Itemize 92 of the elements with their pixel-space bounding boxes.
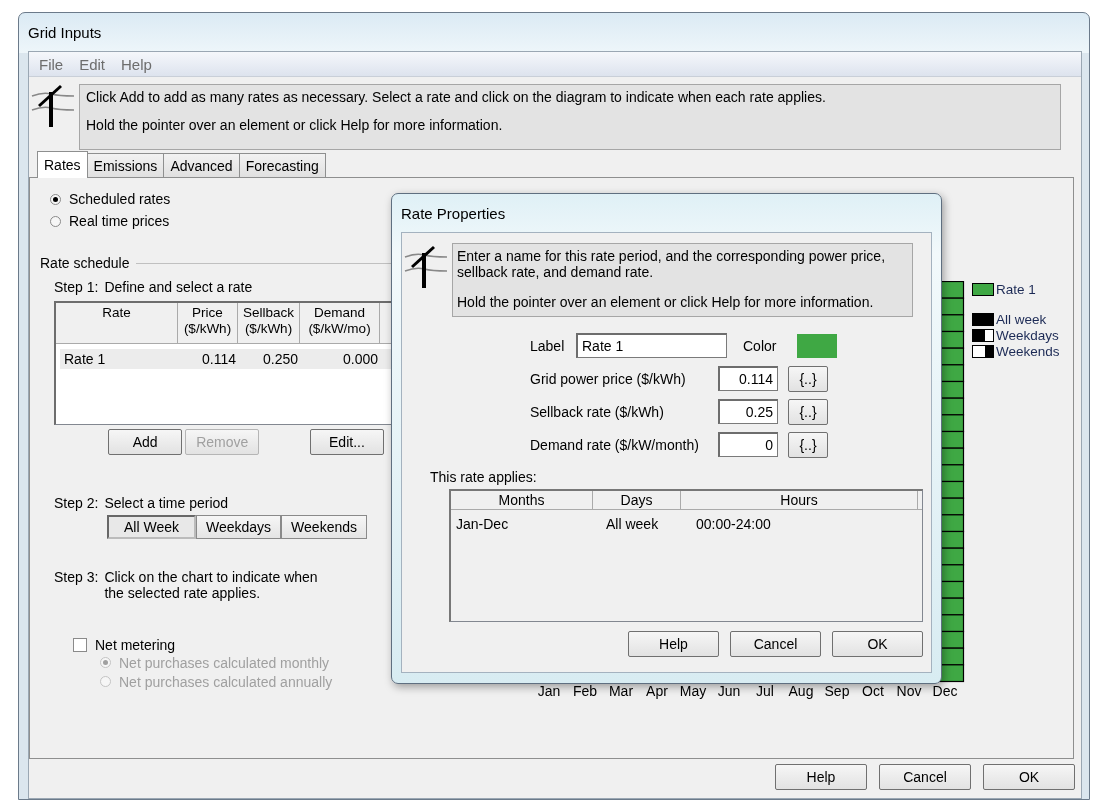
radio-label: Scheduled rates — [69, 191, 171, 207]
menu-item[interactable]: File — [39, 55, 64, 73]
radio-icon[interactable] — [50, 215, 61, 227]
group-title: Rate schedule — [40, 255, 130, 271]
table-cell-text: 0.114 — [201, 351, 237, 367]
legend-label: All week — [996, 311, 1047, 327]
table-cell-text: 00:00-24:00 — [696, 516, 772, 532]
step-number: Step 3: — [54, 569, 99, 587]
month-label: Dec — [931, 683, 959, 699]
month-label: Sep — [823, 683, 851, 699]
month-label: Nov — [895, 683, 923, 699]
column-header: Hours — [681, 491, 918, 509]
column-header: Sellback ($/kWh) — [238, 303, 300, 343]
month-label: May — [678, 683, 708, 699]
section-label: This rate applies: — [430, 469, 538, 485]
table-cell-text: 0.000 — [341, 351, 379, 367]
info-text: Hold the pointer over an element or click Help for more information. — [86, 117, 504, 133]
tab[interactable]: Rates — [37, 151, 88, 178]
month-label: Mar — [607, 683, 635, 699]
step-text: the selected rate applies. — [104, 585, 262, 601]
column-header: Price ($/kWh) — [178, 303, 238, 343]
table-cell-text: Rate 1 — [63, 351, 107, 367]
window-title: Grid Inputs — [28, 23, 102, 41]
power-pole-icon — [31, 84, 75, 128]
info-text: Click Add to add as many rates as necessary. Select a rate and click on the diagram to indicate when each rate applies. — [86, 89, 827, 105]
field-label: Demand rate ($/kW/month) — [530, 436, 700, 453]
radio-icon[interactable] — [50, 193, 61, 205]
action-button[interactable]: Edit... — [309, 429, 384, 455]
tab[interactable]: Forecasting — [238, 153, 326, 177]
radio-label: Real time prices — [69, 213, 170, 229]
table-cell-text: 0.250 — [261, 351, 299, 367]
rate-row[interactable]: Rate 1 0.114 0.250 0.000 — [60, 349, 391, 369]
action-button[interactable]: Add — [108, 429, 183, 455]
legend-label: Rate 1 — [996, 281, 1036, 297]
month-label: Jul — [755, 683, 775, 699]
tab[interactable]: Emissions — [86, 153, 165, 177]
month-label: Apr — [645, 683, 669, 699]
number-field[interactable]: 0.114 — [718, 366, 778, 391]
menu-item[interactable]: Help — [121, 55, 152, 73]
formula-button[interactable]: {..} — [788, 365, 828, 392]
period-button[interactable]: Weekdays — [196, 515, 282, 539]
table-cell-text: Jan-Dec — [456, 516, 510, 532]
field-label: Color — [743, 337, 778, 354]
label-field[interactable]: Rate 1 — [576, 333, 727, 358]
power-pole-icon — [404, 245, 448, 289]
table-cell-text: All week — [606, 516, 660, 532]
color-swatch[interactable] — [797, 333, 837, 358]
step-text: Click on the chart to indicate when — [104, 569, 318, 585]
month-label: Jan — [536, 683, 562, 699]
dialog-button[interactable]: Help — [775, 764, 867, 790]
number-field[interactable]: 0 — [718, 432, 778, 457]
field-label: Grid power price ($/kWh) — [530, 370, 687, 387]
dialog-button[interactable]: Cancel — [730, 631, 821, 657]
radio-option[interactable]: Scheduled rates — [40, 188, 384, 210]
info-text: Enter a name for this rate period, and the corresponding power price, sellback rate, and demand rate. — [457, 248, 887, 280]
dialog-title: Rate Properties — [401, 204, 506, 222]
radio-label: Net purchases calculated annually — [119, 673, 333, 690]
day-type-icon — [972, 344, 994, 358]
period-button[interactable]: Weekends — [281, 515, 367, 539]
step-text: Select a time period — [104, 495, 229, 511]
number-field[interactable]: 0.25 — [718, 399, 778, 424]
column-header: Demand ($/kW/mo) — [300, 303, 380, 343]
month-label: Feb — [571, 683, 599, 699]
dialog-button[interactable]: Cancel — [879, 764, 971, 790]
column-header: Days — [593, 491, 681, 509]
month-label: Aug — [787, 683, 815, 699]
formula-button[interactable]: {..} — [788, 431, 828, 458]
field-label: Sellback rate ($/kWh) — [530, 403, 665, 420]
dialog-button[interactable]: OK — [832, 631, 923, 657]
month-label: Oct — [861, 683, 885, 699]
period-button[interactable]: All Week — [107, 515, 196, 539]
day-type-icon — [972, 312, 994, 326]
legend-label: Weekdays — [996, 327, 1059, 343]
menu-item[interactable]: Edit — [79, 55, 106, 73]
step-number: Step 2: — [54, 495, 99, 511]
step-text: Define and select a rate — [104, 279, 253, 295]
tab[interactable]: Advanced — [163, 153, 240, 177]
dialog-button[interactable]: OK — [983, 764, 1075, 790]
month-label: Jun — [716, 683, 742, 699]
legend-label: Weekends — [996, 343, 1060, 359]
checkbox[interactable] — [73, 638, 87, 652]
radio-label: Net purchases calculated monthly — [119, 654, 330, 671]
dialog-button[interactable]: Help — [628, 631, 719, 657]
checkbox-label: Net metering — [95, 637, 176, 653]
day-type-icon — [972, 328, 994, 342]
step-number: Step 1: — [54, 279, 99, 295]
column-header: Rate — [56, 303, 178, 343]
info-text: Hold the pointer over an element or click Help for more information. — [457, 294, 875, 310]
formula-button[interactable]: {..} — [788, 398, 828, 425]
field-label: Label — [530, 337, 566, 354]
column-header: Months — [451, 491, 593, 509]
radio-option[interactable]: Real time prices — [40, 210, 384, 232]
